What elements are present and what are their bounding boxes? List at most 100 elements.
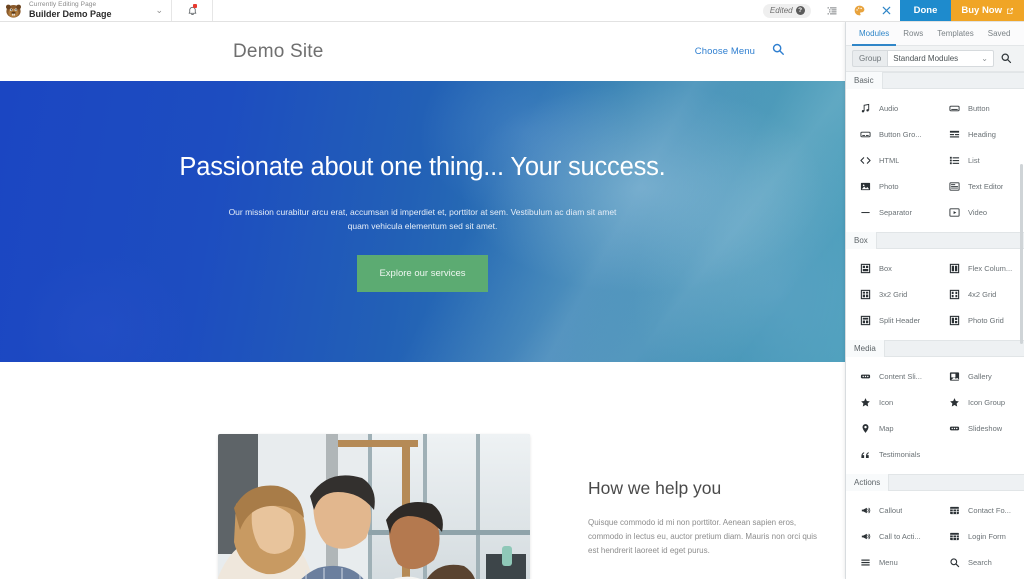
star-icon	[860, 397, 871, 408]
panel-modules-scroll-area[interactable]: Basic Audio Button Button Gro... Heading HTML…	[846, 71, 1024, 579]
module-item[interactable]: Audio	[846, 96, 935, 122]
module-item[interactable]: Search	[935, 550, 1024, 576]
module-item-label: Contact Fo...	[968, 506, 1011, 516]
module-item[interactable]: HTML	[846, 148, 935, 174]
edited-label: Edited	[769, 6, 793, 15]
beaver-logo-icon	[4, 1, 23, 20]
module-item[interactable]: Text Editor	[935, 174, 1024, 200]
module-item[interactable]: Video	[935, 200, 1024, 226]
grid-3x2-icon	[860, 289, 871, 300]
module-item[interactable]: Icon Group	[935, 390, 1024, 416]
section-header-basic: Basic	[846, 71, 1024, 89]
module-item[interactable]: Split Header	[846, 308, 935, 334]
outline-list-icon	[827, 7, 837, 14]
module-item-label: Flex Colum...	[968, 264, 1013, 274]
module-grid-actions: Callout Contact Fo... Call to Acti... Login…	[846, 491, 1024, 579]
module-item[interactable]: Flex Colum...	[935, 256, 1024, 282]
module-item-label: Button	[968, 104, 990, 114]
chevron-down-icon: ⌄	[155, 5, 163, 15]
megaphone-icon	[860, 531, 871, 542]
question-mark-icon[interactable]: ?	[795, 6, 805, 15]
login-form-icon	[949, 531, 960, 542]
module-item-label: Photo	[879, 182, 899, 192]
done-button[interactable]: Done	[899, 0, 952, 21]
panel-tab-bar: Modules Rows Templates Saved	[846, 22, 1024, 46]
module-item[interactable]: Content Sli...	[846, 364, 935, 390]
group-label: Group	[852, 49, 888, 67]
module-item[interactable]: Menu	[846, 550, 935, 576]
text-editor-icon	[949, 181, 960, 192]
choose-menu-link[interactable]: Choose Menu	[695, 46, 755, 57]
module-item[interactable]: Photo	[846, 174, 935, 200]
admin-bar-spacer	[213, 0, 763, 21]
music-note-icon	[860, 103, 871, 114]
notifications-button[interactable]	[172, 0, 213, 21]
module-item-label: Icon	[879, 398, 894, 408]
module-grid-basic: Audio Button Button Gro... Heading HTML List P…	[846, 89, 1024, 232]
module-item[interactable]: Box	[846, 256, 935, 282]
button-icon	[949, 103, 960, 114]
module-item[interactable]: Photo Grid	[935, 308, 1024, 334]
slideshow-icon	[949, 423, 960, 434]
separator-dash-icon	[860, 207, 871, 218]
edited-status-badge[interactable]: Edited ?	[762, 3, 811, 18]
panel-scrollbar[interactable]	[1020, 163, 1023, 344]
done-label: Done	[913, 5, 938, 16]
panel-filter-bar: Group Standard Modules ⌄	[846, 46, 1024, 72]
admin-top-bar: Currently Editing Page Builder Demo Page…	[0, 0, 1024, 22]
hamburger-menu-icon	[860, 557, 871, 568]
module-item[interactable]: Callout	[846, 498, 935, 524]
quote-icon	[860, 449, 871, 460]
current-page-selector[interactable]: Currently Editing Page Builder Demo Page…	[0, 0, 172, 21]
module-item-label: Menu	[879, 558, 898, 568]
module-item-label: Split Header	[879, 316, 921, 326]
panel-tab-rows[interactable]: Rows	[896, 22, 930, 46]
photo-icon	[860, 181, 871, 192]
site-logo[interactable]: Demo Site	[233, 41, 324, 63]
module-item-label: Photo Grid	[968, 316, 1004, 326]
admin-bar-right-group: Edited ? Done Buy Now	[762, 0, 1024, 21]
palette-button[interactable]	[846, 0, 873, 21]
module-item[interactable]: Button	[935, 96, 1024, 122]
module-item[interactable]: Login Form	[935, 524, 1024, 550]
module-item-label: Map	[879, 424, 894, 434]
module-item[interactable]: Separator	[846, 200, 935, 226]
module-item-label: Text Editor	[968, 182, 1004, 192]
group-select[interactable]: Standard Modules ⌄	[887, 49, 994, 67]
external-link-icon	[1007, 7, 1013, 14]
palette-icon	[854, 5, 864, 16]
grid-4x2-icon	[949, 289, 960, 300]
team-collaboration-photo	[218, 434, 530, 579]
module-item[interactable]: Map	[846, 416, 935, 442]
code-brackets-icon	[860, 155, 871, 166]
close-button[interactable]	[873, 0, 900, 21]
module-item[interactable]: 3x2 Grid	[846, 282, 935, 308]
admin-bar-left-group: Currently Editing Page Builder Demo Page…	[0, 0, 213, 21]
hero-cta-button[interactable]: Explore our services	[357, 254, 488, 292]
panel-search-button[interactable]	[994, 52, 1018, 64]
module-item[interactable]: List	[935, 148, 1024, 174]
builder-modules-panel: Modules Rows Templates Saved Group Standard…	[845, 22, 1024, 579]
site-search-button[interactable]	[771, 42, 785, 61]
module-item-label: HTML	[879, 156, 900, 166]
hero-title: Passionate about one thing... Your succe…	[179, 153, 666, 181]
module-item[interactable]: Gallery	[935, 364, 1024, 390]
module-item[interactable]: Call to Acti...	[846, 524, 935, 550]
module-item[interactable]: Button Gro...	[846, 122, 935, 148]
panel-tab-templates[interactable]: Templates	[930, 22, 980, 46]
buy-now-button[interactable]: Buy Now	[951, 0, 1024, 21]
photo-grid-icon	[949, 315, 960, 326]
module-item[interactable]: Testimonials	[846, 442, 935, 468]
module-grid-media: Content Sli... Gallery Icon Icon Group Map Sl…	[846, 357, 1024, 474]
panel-tab-saved[interactable]: Saved	[981, 22, 1018, 46]
module-item[interactable]: Contact Fo...	[935, 498, 1024, 524]
module-item-label: Callout	[879, 506, 903, 516]
outline-button[interactable]	[819, 0, 846, 21]
module-item[interactable]: Heading	[935, 122, 1024, 148]
notification-badge-dot	[193, 4, 197, 8]
panel-tab-modules[interactable]: Modules	[852, 22, 897, 46]
module-item[interactable]: Icon	[846, 390, 935, 416]
module-item[interactable]: 4x2 Grid	[935, 282, 1024, 308]
module-item[interactable]: Slideshow	[935, 416, 1024, 442]
search-icon	[1001, 53, 1012, 64]
